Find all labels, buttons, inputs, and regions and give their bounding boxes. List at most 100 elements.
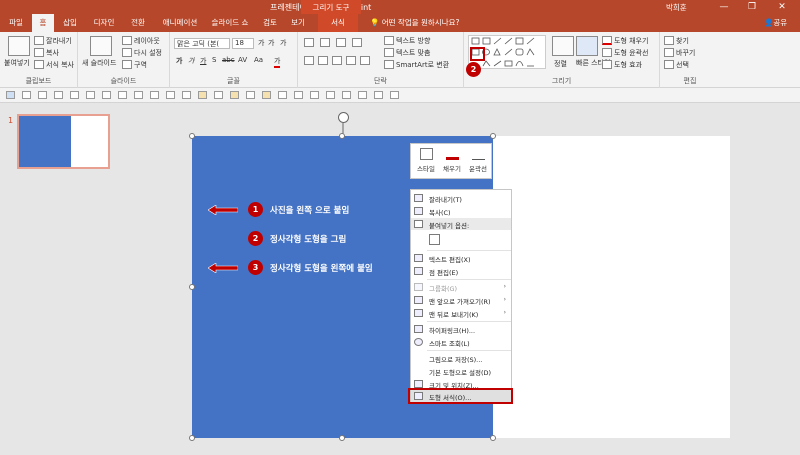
underline-button[interactable]: 가 [200, 56, 206, 66]
close-button[interactable]: ✕ [770, 0, 794, 14]
shape-icon-2[interactable] [38, 91, 47, 99]
shape-icon-6[interactable] [102, 91, 111, 99]
resize-handle-bl[interactable] [189, 435, 195, 441]
font-size-box[interactable]: 18 [232, 38, 254, 49]
grow-font-button[interactable]: 가 [258, 38, 264, 48]
copy-button[interactable]: 복사 [46, 48, 59, 58]
resize-handle-l[interactable] [189, 284, 195, 290]
menu-item-send-back[interactable]: 맨 뒤로 보내기(K) › [411, 307, 511, 320]
quick-styles-icon[interactable] [576, 36, 598, 56]
char-spacing-button[interactable]: AV [238, 56, 247, 64]
section-button[interactable]: 구역 [134, 60, 147, 70]
shape-icon-13[interactable] [214, 91, 223, 99]
tell-me-box[interactable]: 💡 어떤 작업을 원하시나요? [370, 14, 459, 32]
change-case-button[interactable]: Aa [254, 56, 263, 64]
tab-transitions[interactable]: 전환 [126, 14, 150, 32]
style-button[interactable]: 스타일 [414, 148, 438, 173]
new-slide-button[interactable]: 새 슬라이드 [82, 58, 116, 68]
menu-item-group[interactable]: 그룹화(G) › [411, 281, 511, 294]
paste-icon[interactable] [8, 36, 30, 56]
menu-item-bring-front[interactable]: 맨 앞으로 가져오기(R) › [411, 294, 511, 307]
resize-handle-b[interactable] [339, 435, 345, 441]
shape-icon-21[interactable] [342, 91, 351, 99]
find-button[interactable]: 찾기 [676, 36, 689, 46]
resize-handle-br[interactable] [490, 435, 496, 441]
cut-button[interactable]: 잘라내기 [46, 36, 72, 46]
resize-handle-tr[interactable] [490, 133, 496, 139]
reset-button[interactable]: 다시 설정 [134, 48, 162, 58]
font-name-box[interactable]: 맑은 고딕 (본( [174, 38, 230, 49]
layout-button[interactable]: 레이아웃 [134, 36, 160, 46]
bullets-icon[interactable] [304, 38, 314, 47]
fill-button[interactable]: 채우기 [440, 148, 464, 173]
tab-home[interactable]: 홈 [32, 14, 54, 32]
strikethrough-button[interactable]: abc [222, 56, 235, 64]
tab-animations[interactable]: 애니메이션 [158, 14, 202, 32]
resize-handle-t[interactable] [339, 133, 345, 139]
shape-icon-18[interactable] [294, 91, 303, 99]
shape-icon-24[interactable] [390, 91, 399, 99]
shape-icon-1[interactable] [22, 91, 31, 99]
save-icon[interactable] [6, 91, 15, 99]
format-painter-button[interactable]: 서식 복사 [46, 60, 74, 70]
shape-icon-16[interactable] [262, 91, 271, 99]
shape-effects-button[interactable]: 도형 효과 [614, 60, 642, 70]
tab-file[interactable]: 파일 [4, 14, 28, 32]
resize-handle-tl[interactable] [189, 133, 195, 139]
select-button[interactable]: 선택 [676, 60, 689, 70]
tab-format[interactable]: 서식 [318, 14, 358, 32]
shape-icon-10[interactable] [166, 91, 175, 99]
rotate-handle[interactable] [338, 112, 349, 123]
restore-button[interactable]: ❐ [740, 0, 764, 14]
justify-icon[interactable] [346, 56, 356, 65]
menu-item-hyperlink[interactable]: 하이퍼링크(H)... [411, 323, 511, 336]
shape-icon-12[interactable] [198, 91, 207, 99]
shape-icon-23[interactable] [374, 91, 383, 99]
bold-button[interactable]: 가 [176, 56, 182, 66]
columns-icon[interactable] [360, 56, 370, 65]
tab-view[interactable]: 보기 [286, 14, 310, 32]
arrange-icon[interactable] [552, 36, 574, 56]
shrink-font-button[interactable]: 가 [268, 38, 274, 48]
shape-icon-15[interactable] [246, 91, 255, 99]
menu-item-edit-points[interactable]: 점 편집(E) [411, 265, 511, 278]
font-color-button[interactable]: 가 [274, 56, 281, 68]
shape-icon-19[interactable] [310, 91, 319, 99]
shape-icon-5[interactable] [86, 91, 95, 99]
replace-button[interactable]: 바꾸기 [676, 48, 695, 58]
new-slide-icon[interactable] [90, 36, 112, 56]
shape-outline-button[interactable]: 도형 윤곽선 [614, 48, 648, 58]
shape-icon-3[interactable] [54, 91, 63, 99]
shape-icon-4[interactable] [70, 91, 79, 99]
shadow-button[interactable]: S [212, 56, 216, 64]
text-direction-button[interactable]: 텍스트 방향 [396, 36, 430, 46]
indent-increase-icon[interactable] [352, 38, 362, 47]
shape-icon-8[interactable] [134, 91, 143, 99]
tab-slideshow[interactable]: 슬라이드 쇼 [206, 14, 254, 32]
outline-button[interactable]: 윤곽선 [466, 148, 490, 173]
smartart-button[interactable]: SmartArt로 변환 [396, 60, 449, 70]
align-text-button[interactable]: 텍스트 맞춤 [396, 48, 430, 58]
align-center-icon[interactable] [318, 56, 328, 65]
shape-icon-20[interactable] [326, 91, 335, 99]
tab-insert[interactable]: 삽입 [58, 14, 82, 32]
shape-icon-9[interactable] [150, 91, 159, 99]
shape-icon-17[interactable] [278, 91, 287, 99]
tab-review[interactable]: 검토 [258, 14, 282, 32]
user-name[interactable]: 박희훈 [666, 2, 687, 13]
paste-button[interactable]: 붙여넣기 [4, 58, 30, 68]
shape-fill-button[interactable]: 도형 채우기 [614, 36, 648, 46]
menu-item-copy[interactable]: 복사(C) [411, 205, 511, 218]
clear-format-button[interactable]: 가 [280, 38, 286, 48]
menu-item-cut[interactable]: 잘라내기(T) [411, 192, 511, 205]
menu-item-set-default[interactable]: 기본 도형으로 설정(D) [411, 365, 511, 378]
shape-icon-7[interactable] [118, 91, 127, 99]
align-left-icon[interactable] [304, 56, 314, 65]
share-button[interactable]: 👤공유 [764, 14, 787, 32]
tab-design[interactable]: 디자인 [88, 14, 120, 32]
arrange-button[interactable]: 정렬 [554, 59, 567, 69]
menu-item-smart-lookup[interactable]: 스마트 조회(L) [411, 336, 511, 349]
slide-thumbnail[interactable] [17, 114, 110, 169]
align-right-icon[interactable] [332, 56, 342, 65]
numbering-icon[interactable] [320, 38, 330, 47]
